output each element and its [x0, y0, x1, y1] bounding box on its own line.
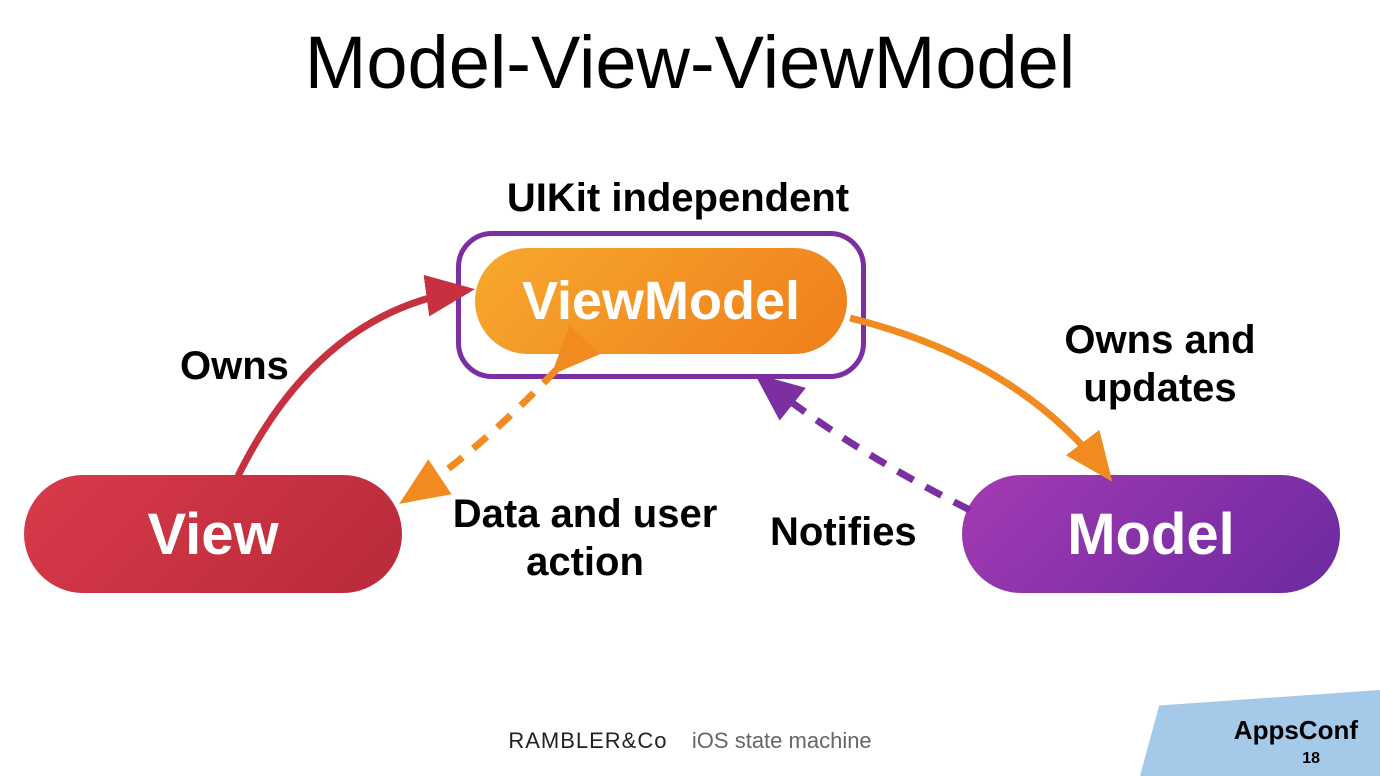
page-number: 18 — [1302, 750, 1320, 768]
node-viewmodel: ViewModel — [475, 248, 847, 354]
label-data-user-action: Data and user action — [430, 490, 740, 586]
arrow-model-to-viewmodel — [760, 378, 970, 510]
appsconf-label: AppsConf — [1234, 715, 1358, 746]
footer-brand: RAMBLER&Co — [508, 728, 667, 753]
node-model: Model — [962, 475, 1340, 593]
arrow-viewmodel-to-view — [405, 370, 556, 500]
label-owns-updates: Owns and updates — [1030, 316, 1290, 412]
footer-subtitle: iOS state machine — [692, 728, 872, 753]
label-uikit-independent: UIKit independent — [498, 174, 858, 222]
label-owns: Owns — [180, 342, 289, 390]
slide-title: Model-View-ViewModel — [0, 20, 1380, 105]
node-view: View — [24, 475, 402, 593]
label-notifies: Notifies — [770, 508, 917, 556]
appsconf-badge: AppsConf 18 — [1140, 690, 1380, 776]
